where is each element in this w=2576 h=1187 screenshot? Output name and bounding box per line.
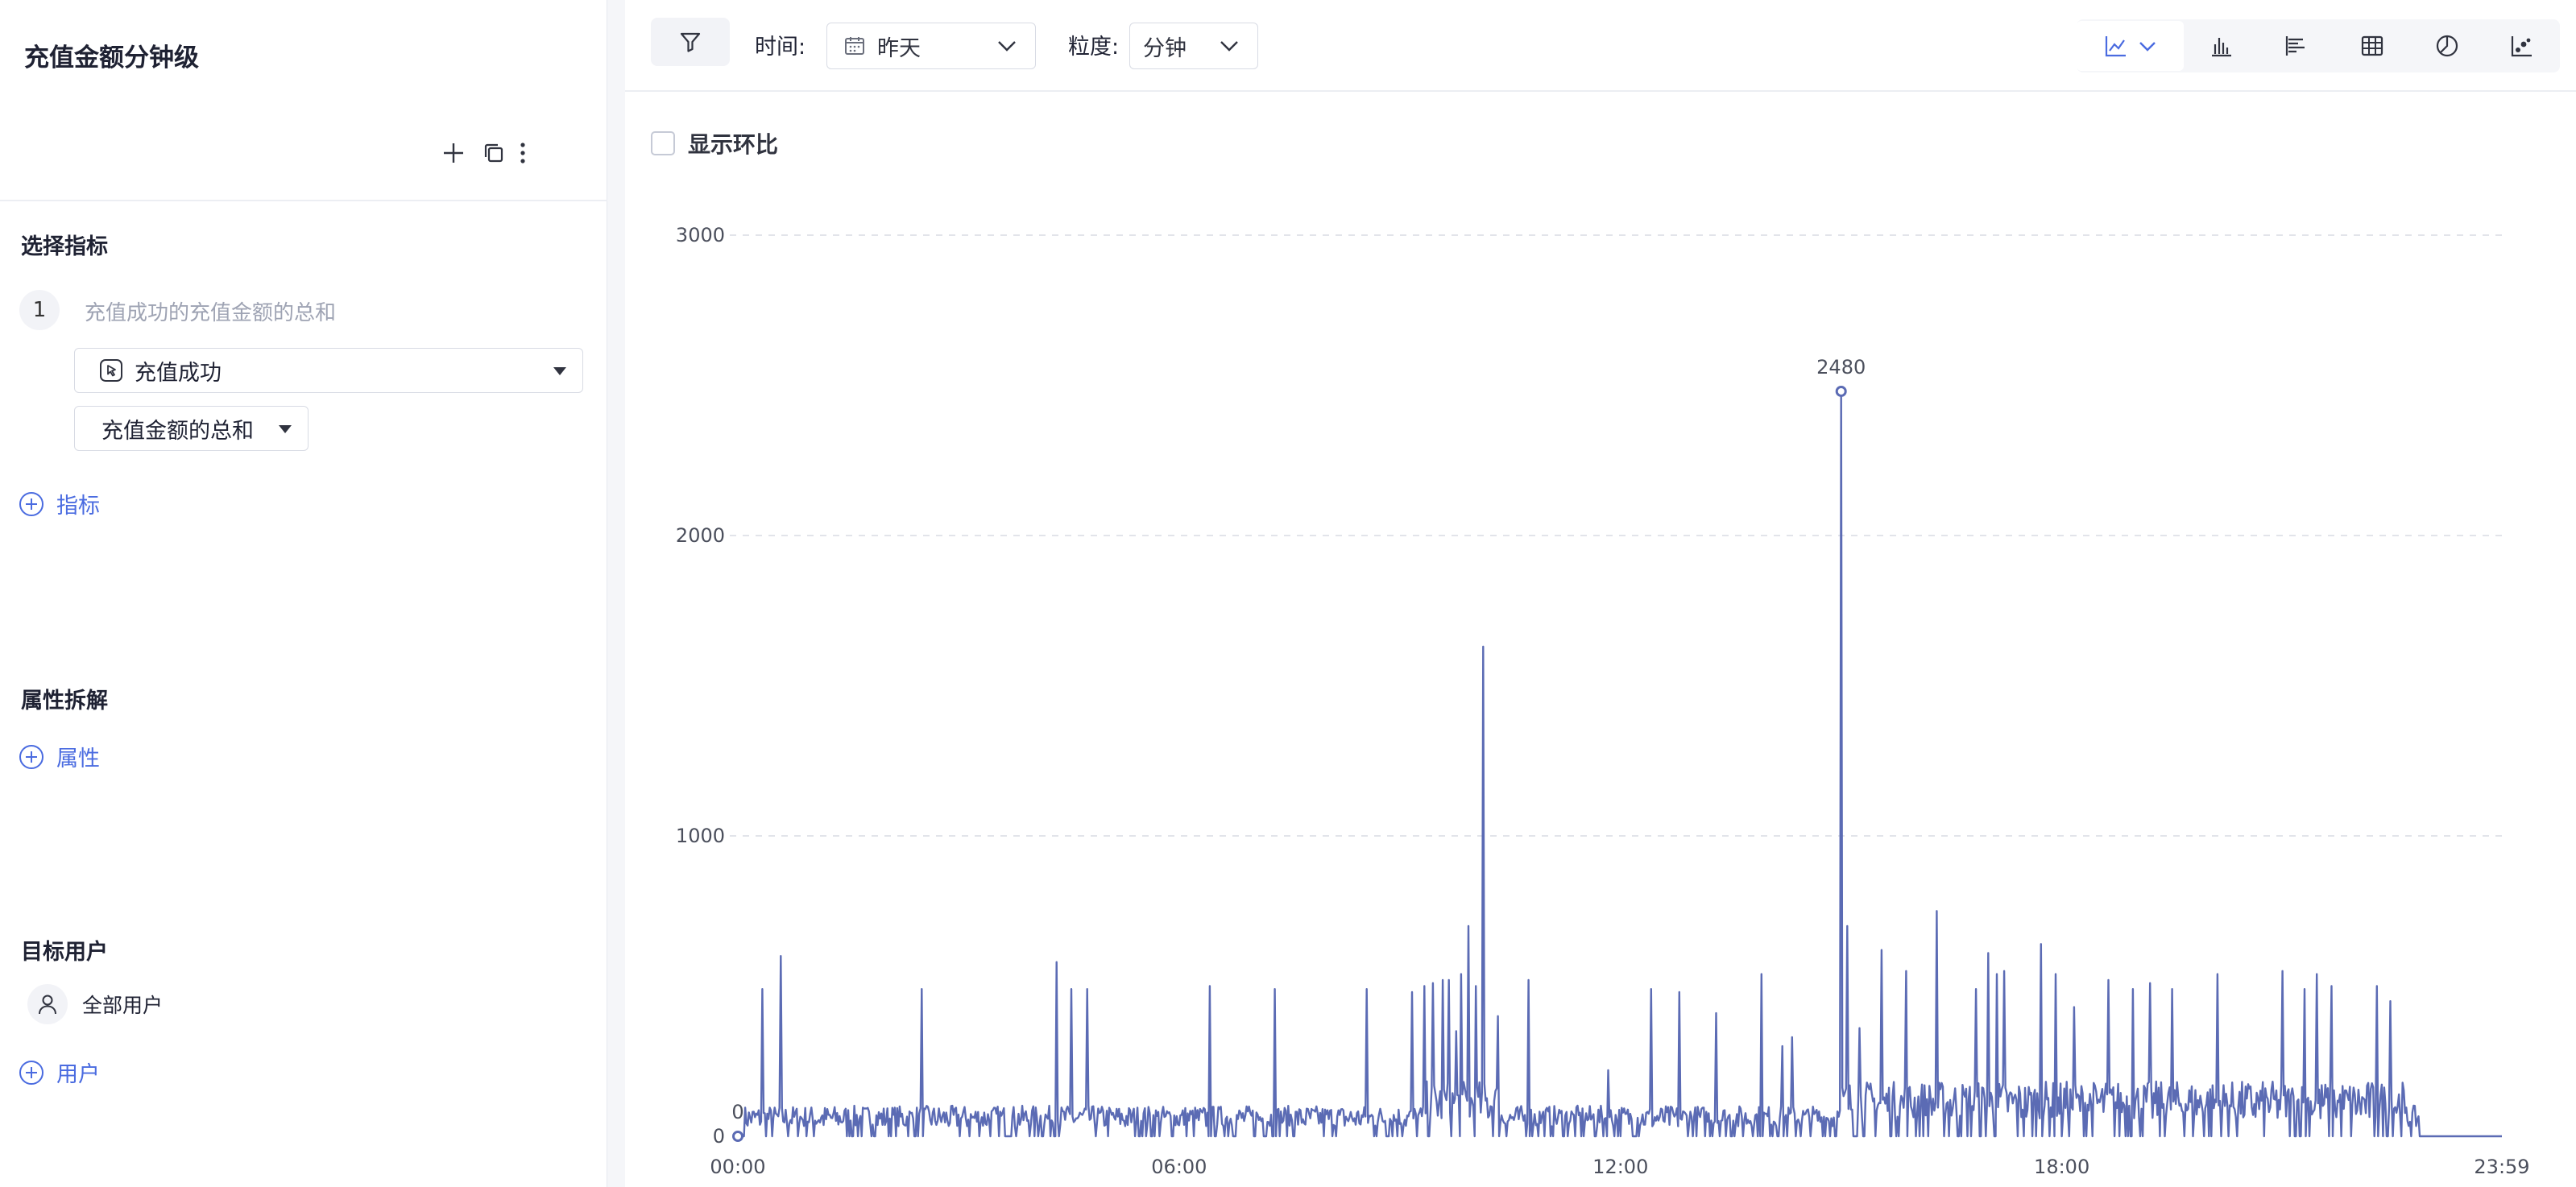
add-user-button[interactable]: 用户 — [19, 1057, 100, 1088]
table-icon — [2360, 34, 2384, 58]
scatter-icon — [2510, 34, 2534, 58]
data-point-marker — [732, 1131, 743, 1142]
plus-circle-icon — [19, 491, 43, 516]
add-metric-button[interactable]: 指标 — [19, 488, 100, 519]
bar-chart-icon — [2209, 34, 2234, 58]
metric-name[interactable]: 充值成功的充值金额的总和 — [85, 296, 336, 326]
x-tick-label: 23:59 — [2474, 1156, 2529, 1178]
pie-chart-button[interactable] — [2409, 21, 2484, 71]
section-title-target-users: 目标用户 — [21, 940, 108, 965]
y-tick-label: 0 — [713, 1125, 725, 1148]
metric-index-badge: 1 — [19, 290, 60, 330]
time-select[interactable]: 昨天 — [826, 23, 1036, 69]
filter-button[interactable] — [651, 18, 730, 66]
series-line — [738, 390, 2502, 1138]
bar-chart-button[interactable] — [2184, 21, 2259, 71]
event-icon — [99, 358, 123, 383]
scatter-button[interactable] — [2485, 21, 2560, 71]
section-title-metrics: 选择指标 — [21, 234, 108, 259]
all-users-item[interactable]: 全部用户 — [27, 984, 163, 1024]
time-select-value: 昨天 — [877, 35, 921, 61]
x-tick-label: 12:00 — [1592, 1156, 1648, 1178]
left-panel: 充值金额分钟级 选择指标 1 充值成功的充值金额的总和 充值成功 充值金额的总和… — [0, 0, 607, 1187]
add-property-label: 属性 — [56, 747, 100, 771]
calendar-icon — [843, 35, 866, 57]
x-tick-label: 18:00 — [2034, 1156, 2089, 1178]
x-tick-label: 06:00 — [1151, 1156, 1207, 1178]
add-icon[interactable] — [437, 137, 470, 169]
line-chart-icon — [2104, 34, 2157, 58]
caret-down-icon — [279, 425, 292, 433]
user-icon — [27, 984, 68, 1024]
granularity-select[interactable]: 分钟 — [1129, 23, 1258, 69]
line-chart-button[interactable] — [2077, 21, 2185, 71]
data-point-marker — [1835, 385, 1847, 397]
chevron-down-icon — [1219, 38, 1240, 57]
all-users-label: 全部用户 — [82, 994, 164, 1017]
add-metric-label: 指标 — [56, 494, 100, 519]
x-tick-label: 00:00 — [710, 1156, 765, 1178]
plus-circle-icon — [19, 744, 43, 769]
more-icon[interactable] — [511, 137, 535, 169]
aggregation-select-label: 充值金额的总和 — [101, 418, 254, 444]
data-label: 0 — [731, 1101, 743, 1123]
chart-type-switcher — [2077, 19, 2560, 72]
plus-circle-icon — [19, 1060, 43, 1085]
y-tick-label: 2000 — [676, 524, 725, 547]
horizontal-bar-icon — [2284, 34, 2309, 58]
aggregation-select[interactable]: 充值金额的总和 — [74, 406, 309, 451]
filter-icon — [677, 29, 703, 55]
toolbar: 时间: 昨天 粒度: 分钟 — [625, 0, 2576, 92]
main-panel: 时间: 昨天 粒度: 分钟 显示环比 0 1000 2000 3000 00:0… — [625, 0, 2576, 1187]
chevron-down-icon — [996, 38, 1017, 57]
horizontal-bar-button[interactable] — [2259, 21, 2334, 71]
y-tick-label: 1000 — [676, 825, 725, 847]
copy-icon[interactable] — [478, 137, 510, 169]
report-title: 充值金额分钟级 — [24, 43, 199, 72]
event-select[interactable]: 充值成功 — [74, 348, 583, 393]
granularity-label: 粒度: — [1068, 35, 1120, 60]
pie-chart-icon — [2435, 34, 2459, 58]
panel-separator — [607, 0, 625, 1187]
add-user-label: 用户 — [56, 1062, 100, 1087]
y-tick-label: 3000 — [676, 224, 725, 246]
time-label: 时间: — [755, 35, 806, 60]
add-property-button[interactable]: 属性 — [19, 741, 100, 772]
event-select-label: 充值成功 — [135, 360, 222, 386]
data-label: 2480 — [1816, 356, 1866, 378]
granularity-select-value: 分钟 — [1143, 35, 1187, 61]
section-title-breakdown: 属性拆解 — [21, 689, 108, 713]
caret-down-icon — [553, 367, 566, 375]
table-button[interactable] — [2334, 21, 2409, 71]
divider — [0, 200, 607, 201]
line-chart: 0 1000 2000 3000 00:00 06:00 12:00 18:00 23:59 0 2… — [676, 224, 2530, 1178]
